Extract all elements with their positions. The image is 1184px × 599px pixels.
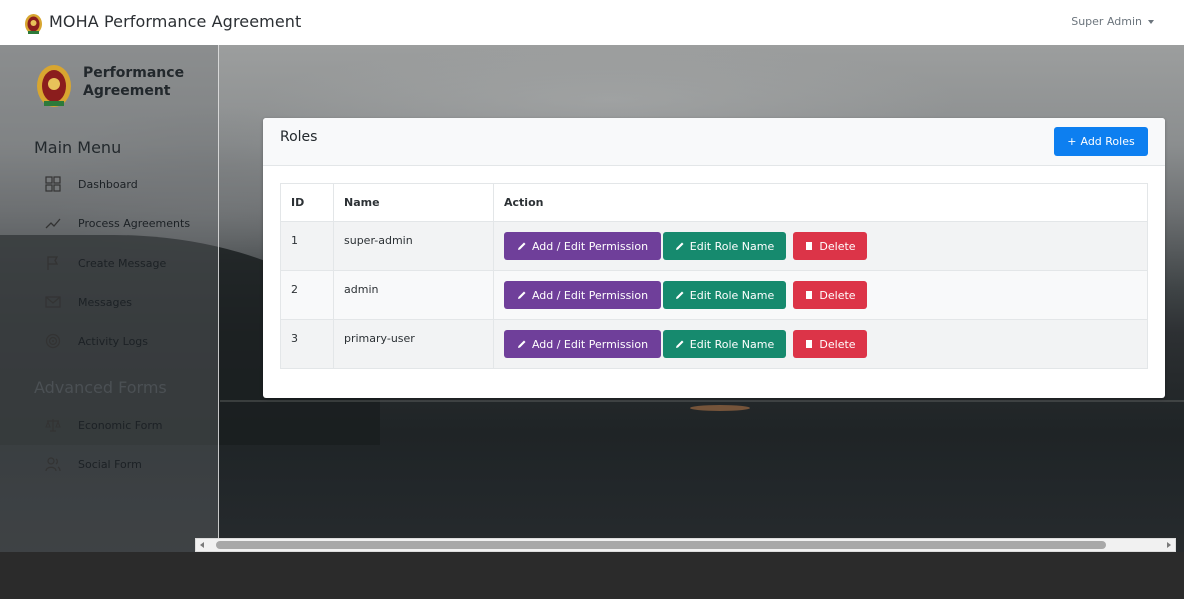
button-label: Edit Role Name <box>689 288 775 302</box>
user-name: Super Admin <box>1071 15 1142 28</box>
table-header-row: ID Name Action <box>280 183 1148 222</box>
sidebar-item-label: Social Form <box>78 457 142 471</box>
button-label: Delete <box>819 239 856 253</box>
emblem-logo-icon <box>25 14 42 34</box>
pencil-icon <box>675 340 684 348</box>
sidebar: Performance Agreement Main Menu Dashboar… <box>0 45 219 552</box>
sidebar-item-economic-form[interactable]: Economic Form <box>44 416 162 434</box>
trash-icon <box>806 340 813 348</box>
role-name: super-admin <box>333 221 494 271</box>
table-row: 2 admin Add / Edit Permission Edit Role … <box>280 270 1148 320</box>
people-icon <box>44 455 62 473</box>
add-edit-permission-button[interactable]: Add / Edit Permission <box>504 330 661 358</box>
pencil-icon <box>517 291 526 299</box>
sidebar-item-label: Create Message <box>78 256 167 270</box>
sidebar-item-label: Messages <box>78 295 132 309</box>
card-title: Roles <box>280 129 318 145</box>
sidebar-brand: Performance Agreement <box>83 65 185 99</box>
dashboard-icon <box>44 175 62 193</box>
scroll-right-arrow-icon[interactable] <box>1167 542 1171 548</box>
main-menu-heading: Main Menu <box>34 138 122 157</box>
button-label: Edit Role Name <box>689 239 775 253</box>
sidebar-item-label: Economic Form <box>78 418 163 432</box>
sidebar-item-social-form[interactable]: Social Form <box>44 455 142 473</box>
advanced-forms-heading: Advanced Forms <box>34 378 167 397</box>
button-label: Edit Role Name <box>689 337 775 351</box>
sidebar-item-dashboard[interactable]: Dashboard <box>44 175 138 193</box>
bottom-band <box>0 552 1184 599</box>
sidebar-item-label: Activity Logs <box>78 334 149 348</box>
target-icon <box>44 332 62 350</box>
add-edit-permission-button[interactable]: Add / Edit Permission <box>504 232 661 260</box>
pencil-icon <box>675 242 684 250</box>
delete-role-button[interactable]: Delete <box>793 281 867 309</box>
scale-icon <box>44 416 62 434</box>
trash-icon <box>806 242 813 250</box>
shoreline <box>220 400 1184 402</box>
edit-role-name-button[interactable]: Edit Role Name <box>663 281 786 309</box>
sidebar-item-create-message[interactable]: Create Message <box>44 254 166 272</box>
caret-down-icon <box>1148 19 1154 24</box>
table-row: 3 primary-user Add / Edit Permission Edi… <box>280 319 1148 369</box>
sidebar-item-activity-logs[interactable]: Activity Logs <box>44 332 148 350</box>
pencil-icon <box>675 291 684 299</box>
role-id: 1 <box>280 221 334 271</box>
plus-icon: + <box>1067 135 1077 148</box>
button-label: Add / Edit Permission <box>531 239 649 253</box>
roles-table: ID Name Action 1 super-admin Add / Edit … <box>280 183 1148 369</box>
delete-role-button[interactable]: Delete <box>793 232 867 260</box>
pencil-icon <box>517 242 526 250</box>
flag-icon <box>44 254 62 272</box>
add-edit-permission-button[interactable]: Add / Edit Permission <box>504 281 661 309</box>
card-header: Roles + Add Roles <box>263 118 1165 166</box>
light-reflection <box>690 405 750 411</box>
scroll-left-arrow-icon[interactable] <box>200 542 204 548</box>
delete-role-button[interactable]: Delete <box>793 330 867 358</box>
pencil-icon <box>517 340 526 348</box>
role-id: 2 <box>280 270 334 320</box>
add-roles-label: Add Roles <box>1080 135 1135 148</box>
role-id: 3 <box>280 319 334 369</box>
button-label: Delete <box>819 337 856 351</box>
column-header-name: Name <box>333 183 494 222</box>
user-menu[interactable]: Super Admin <box>1071 15 1154 28</box>
sidebar-item-label: Dashboard <box>78 177 138 191</box>
role-name: admin <box>333 270 494 320</box>
row-actions: Add / Edit Permission Edit Role Name Del… <box>493 221 1148 271</box>
column-header-id: ID <box>280 183 334 222</box>
row-actions: Add / Edit Permission Edit Role Name Del… <box>493 319 1148 369</box>
trash-icon <box>806 291 813 299</box>
top-navbar: MOHA Performance Agreement Super Admin <box>0 0 1184 45</box>
sidebar-item-label: Process Agreements <box>78 216 191 230</box>
button-label: Add / Edit Permission <box>531 337 649 351</box>
column-header-action: Action <box>493 183 1148 222</box>
role-name: primary-user <box>333 319 494 369</box>
table-row: 1 super-admin Add / Edit Permission Edit… <box>280 221 1148 271</box>
scrollbar-thumb[interactable] <box>216 541 1106 549</box>
trend-line-icon <box>44 214 62 232</box>
button-label: Delete <box>819 288 856 302</box>
row-actions: Add / Edit Permission Edit Role Name Del… <box>493 270 1148 320</box>
roles-card: Roles + Add Roles ID Name Action 1 super… <box>263 118 1165 398</box>
sidebar-item-messages[interactable]: Messages <box>44 293 132 311</box>
button-label: Add / Edit Permission <box>531 288 649 302</box>
sidebar-item-process-agreements[interactable]: Process Agreements <box>44 214 190 232</box>
edit-role-name-button[interactable]: Edit Role Name <box>663 330 786 358</box>
emblem-logo-icon <box>37 65 71 107</box>
app-title: MOHA Performance Agreement <box>49 12 302 31</box>
horizontal-scrollbar[interactable] <box>195 538 1176 552</box>
envelope-icon <box>44 293 62 311</box>
edit-role-name-button[interactable]: Edit Role Name <box>663 232 786 260</box>
add-roles-button[interactable]: + Add Roles <box>1054 127 1148 156</box>
